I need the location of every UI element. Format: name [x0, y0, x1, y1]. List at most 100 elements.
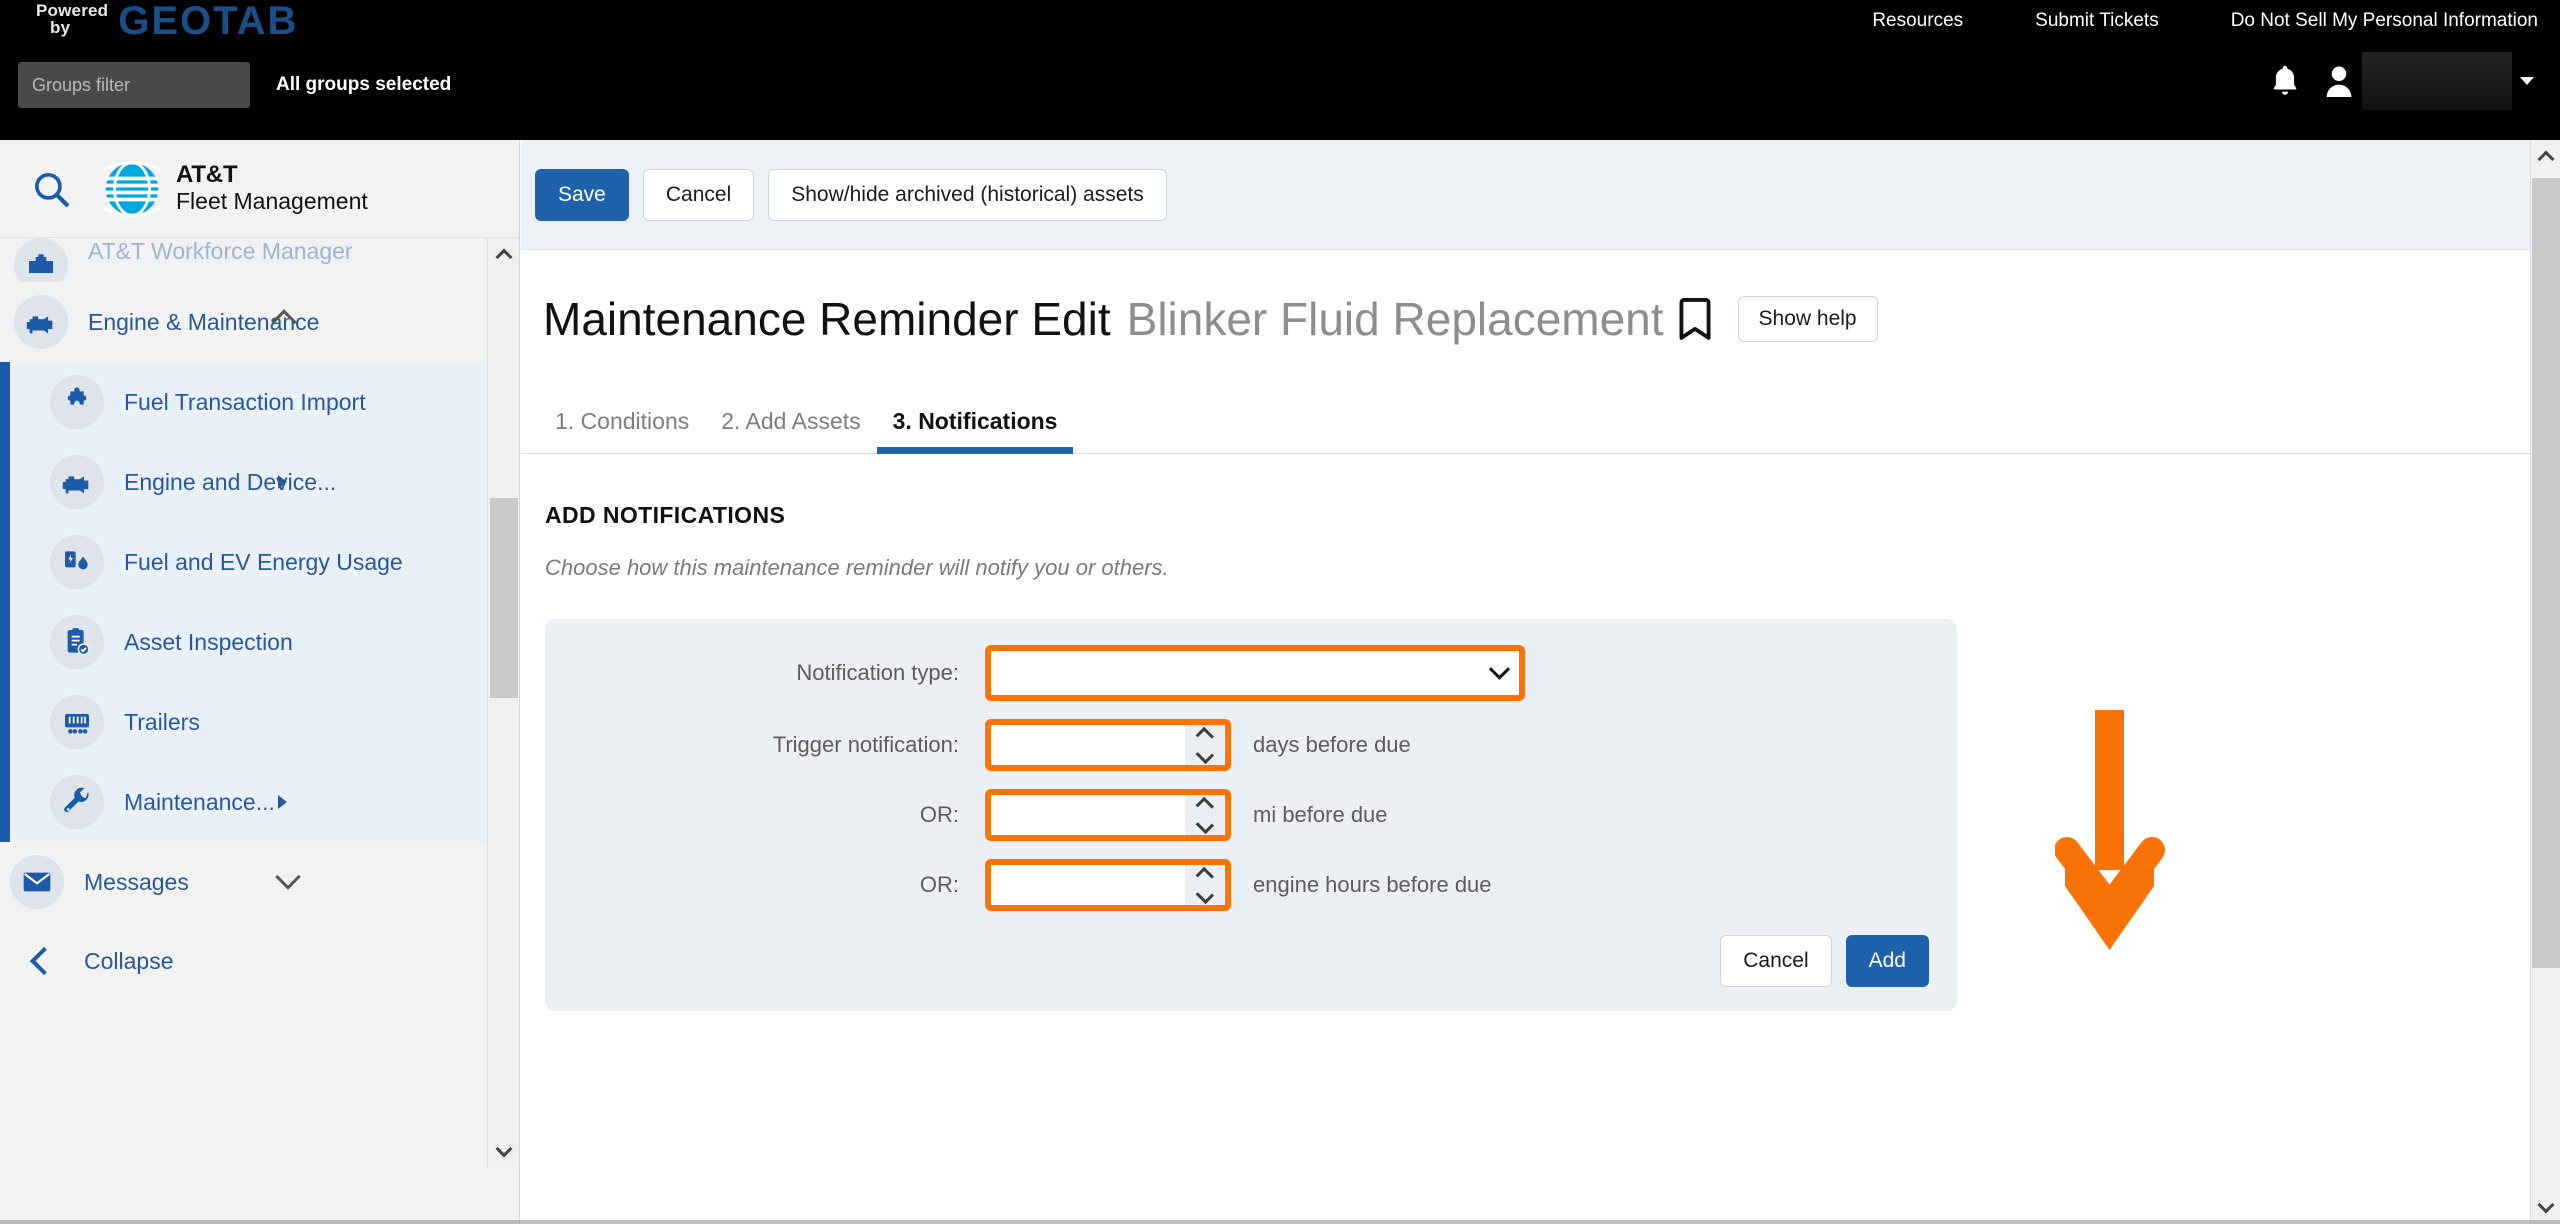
- top-right-tools: [2254, 52, 2542, 110]
- form-row-notification-type: Notification type:: [545, 645, 1957, 701]
- fuel-ev-glyph: [65, 551, 88, 570]
- chevron-down-icon: [2537, 1196, 2555, 1214]
- att-fleet-management-logo: AT&T Fleet Management: [104, 160, 368, 217]
- envelope-glyph: [23, 872, 51, 892]
- top-header-bar: Powered by GEOTAB All groups selected Re…: [0, 0, 2560, 140]
- or-engine-hours-label: OR:: [919, 872, 959, 897]
- or-distance-stepper[interactable]: [1185, 795, 1225, 835]
- sidebar-collapse-label: Collapse: [84, 947, 174, 974]
- sidebar-scroll-area: AT&T Workforce Manager Engine & Maintena…: [0, 238, 519, 1068]
- user-avatar-button[interactable]: [2316, 52, 2362, 110]
- trigger-notification-label: Trigger notification:: [772, 732, 959, 757]
- wrench-icon: [50, 775, 104, 829]
- cancel-button[interactable]: Cancel: [642, 168, 755, 221]
- user-menu-dropdown-button[interactable]: [2512, 52, 2542, 110]
- sidebar-collapse-button[interactable]: Collapse: [0, 922, 519, 1000]
- annotation-arrow: [2054, 710, 2165, 975]
- trailer-glyph: [65, 714, 89, 734]
- spinner-down-icon[interactable]: [1195, 815, 1215, 834]
- chevron-up-icon: [2537, 150, 2555, 168]
- sidebar-item-label: Trailers: [124, 708, 200, 735]
- spinner-down-icon[interactable]: [1195, 745, 1215, 764]
- groups-filter-control[interactable]: [18, 62, 250, 108]
- sidebar-item-trailers[interactable]: Trailers: [0, 682, 519, 762]
- tab-notifications[interactable]: 3. Notifications: [876, 408, 1074, 454]
- notification-bell-icon: [2273, 65, 2297, 95]
- sidebar-item-fuel-and-ev-energy-usage[interactable]: Fuel and EV Energy Usage: [0, 522, 519, 602]
- page-scrollbar-thumb[interactable]: [2532, 178, 2560, 968]
- page-title-row: Maintenance Reminder Edit Blinker Fluid …: [521, 250, 2531, 376]
- sidebar-item-maintenance[interactable]: Maintenance...: [0, 762, 519, 842]
- spinner-up-icon[interactable]: [1195, 796, 1215, 815]
- page-scroll-down-button[interactable]: [2531, 1190, 2560, 1224]
- sidebar-item-label: Asset Inspection: [124, 628, 293, 655]
- main-content: Save Cancel Show/hide archived (historic…: [521, 140, 2531, 1224]
- or-distance-label: OR:: [919, 802, 959, 827]
- show-hide-archived-assets-button[interactable]: Show/hide archived (historical) assets: [768, 168, 1167, 221]
- notification-type-label: Notification type:: [796, 660, 959, 685]
- bookmark-button[interactable]: [1678, 297, 1712, 341]
- powered-by-geotab-logo: Powered by GEOTAB: [36, 1, 298, 41]
- sidebar-item-label: Fuel and EV Energy Usage: [124, 548, 403, 575]
- puzzle-piece-icon: [50, 375, 104, 429]
- notification-type-select[interactable]: [991, 651, 1519, 695]
- tab-conditions[interactable]: 1. Conditions: [539, 408, 705, 453]
- page-scroll-up-button[interactable]: [2531, 140, 2560, 174]
- panel-add-button[interactable]: Add: [1845, 935, 1929, 987]
- sidebar-group-engine-maintenance[interactable]: Engine & Maintenance: [0, 282, 519, 362]
- sidebar-item-fuel-transaction-import[interactable]: Fuel Transaction Import: [0, 362, 519, 442]
- chevron-down-icon: [2520, 77, 2534, 85]
- sidebar-item-messages[interactable]: Messages: [0, 842, 519, 922]
- trigger-days-stepper[interactable]: [1185, 725, 1225, 765]
- user-avatar-icon: [2326, 66, 2352, 97]
- panel-cancel-button[interactable]: Cancel: [1720, 935, 1832, 987]
- tab-add-assets[interactable]: 2. Add Assets: [705, 408, 876, 453]
- engine-glyph: [26, 316, 53, 334]
- spinner-up-icon[interactable]: [1195, 866, 1215, 885]
- fuel-ev-icon: [50, 535, 104, 589]
- sidebar-item-engine-and-device[interactable]: Engine and Device...: [0, 442, 519, 522]
- engine-glyph: [62, 476, 89, 494]
- puzzle-glyph: [67, 387, 87, 405]
- sidebar-item-att-workforce-manager[interactable]: AT&T Workforce Manager: [0, 238, 519, 282]
- sidebar-item-label: Maintenance...: [124, 788, 275, 815]
- sidebar-search-button[interactable]: [14, 152, 88, 226]
- groups-filter-input[interactable]: [18, 62, 250, 108]
- att-logo-text: AT&T Fleet Management: [176, 161, 368, 215]
- spinner-up-icon[interactable]: [1195, 726, 1215, 745]
- notification-bell-button[interactable]: [2254, 52, 2316, 110]
- or-engine-hours-stepper[interactable]: [1185, 865, 1225, 905]
- spinner-down-icon[interactable]: [1195, 885, 1215, 904]
- sidebar-subitems: Fuel Transaction Import Engine and Devic…: [0, 362, 519, 842]
- bookmark-icon: [1679, 298, 1711, 340]
- powered-word: Powered: [36, 1, 109, 20]
- sidebar-item-asset-inspection[interactable]: Asset Inspection: [0, 602, 519, 682]
- att-logo-line1: AT&T: [176, 161, 238, 189]
- sidebar-item-label: Fuel Transaction Import: [124, 388, 366, 415]
- chevron-left-icon: [29, 946, 59, 976]
- or-engine-hours-field-wrapper: [985, 859, 1231, 911]
- sidebar-scroll-down-button[interactable]: [488, 1134, 519, 1168]
- save-button[interactable]: Save: [535, 168, 629, 221]
- or-engine-hours-unit-label: engine hours before due: [1253, 872, 1492, 897]
- down-arrow-annotation-icon: [2054, 710, 2165, 950]
- section-heading: ADD NOTIFICATIONS: [545, 502, 786, 528]
- action-toolbar: Save Cancel Show/hide archived (historic…: [521, 140, 2531, 250]
- top-link-resources[interactable]: Resources: [1836, 10, 1999, 32]
- top-nav-links: Resources Submit Tickets Do Not Sell My …: [1836, 0, 2538, 42]
- page-scrollbar[interactable]: [2530, 140, 2560, 1224]
- show-help-button[interactable]: Show help: [1737, 296, 1878, 342]
- top-link-do-not-sell[interactable]: Do Not Sell My Personal Information: [2195, 10, 2538, 32]
- sidebar-scroll-up-button[interactable]: [488, 238, 519, 272]
- chevron-up-icon: [495, 248, 513, 266]
- sidebar-scrollbar[interactable]: [487, 238, 519, 1168]
- all-groups-selected-label: All groups selected: [276, 74, 452, 95]
- page-subtitle: Blinker Fluid Replacement: [1126, 293, 1664, 345]
- search-icon: [34, 172, 69, 207]
- chevron-right-icon: [278, 475, 287, 489]
- panel-action-buttons: Cancel Add: [545, 935, 1957, 987]
- sidebar-scrollbar-thumb[interactable]: [490, 498, 518, 698]
- clipboard-check-glyph: [67, 628, 90, 656]
- top-link-submit-tickets[interactable]: Submit Tickets: [1999, 10, 2195, 32]
- form-row-trigger-notification: Trigger notification: days before due: [545, 719, 1957, 771]
